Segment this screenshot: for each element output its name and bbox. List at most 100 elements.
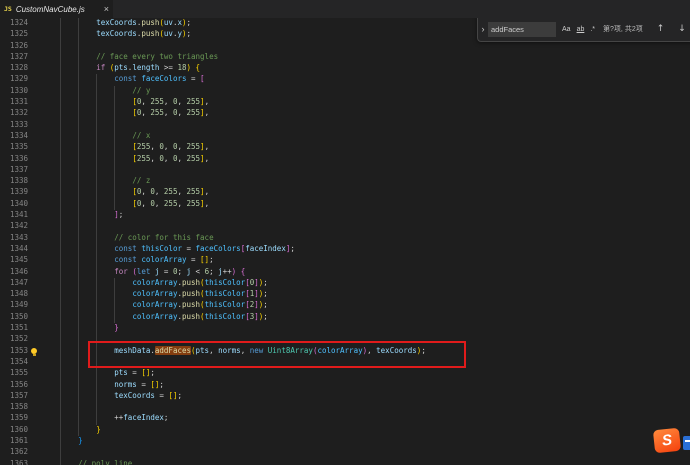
- glyph-margin: [28, 255, 42, 266]
- code-line[interactable]: 1327 // face every two triangles: [0, 52, 690, 63]
- line-number[interactable]: 1342: [0, 221, 28, 232]
- code-line[interactable]: 1328 if (pts.length >= 18) {: [0, 63, 690, 74]
- next-match-button[interactable]: ↓: [678, 24, 686, 34]
- line-number[interactable]: 1360: [0, 425, 28, 436]
- line-number[interactable]: 1354: [0, 357, 28, 368]
- code-line[interactable]: 1344 const thisColor = faceColors[faceIn…: [0, 244, 690, 255]
- code-editor[interactable]: 1324 texCoords.push(uv.x); 1325 texCoords…: [0, 18, 690, 465]
- code-line[interactable]: 1336 [255, 0, 0, 255],: [0, 154, 690, 165]
- code-line[interactable]: 1353 meshData.addFaces(pts, norms, new U…: [0, 345, 690, 357]
- line-number[interactable]: 1358: [0, 402, 28, 413]
- code-line[interactable]: 1338 // z: [0, 176, 690, 187]
- code-line[interactable]: 1361 }: [0, 436, 690, 447]
- line-number[interactable]: 1359: [0, 413, 28, 424]
- code-line[interactable]: 1341 ];: [0, 210, 690, 221]
- line-number[interactable]: 1346: [0, 267, 28, 278]
- line-number[interactable]: 1363: [0, 459, 28, 465]
- code-line[interactable]: 1362: [0, 447, 690, 458]
- line-number[interactable]: 1340: [0, 199, 28, 210]
- code-line[interactable]: 1343 // color for this face: [0, 233, 690, 244]
- code-line[interactable]: 1359 ++faceIndex;: [0, 413, 690, 424]
- line-number[interactable]: 1350: [0, 312, 28, 323]
- code-line[interactable]: 1332 [0, 255, 0, 255],: [0, 108, 690, 119]
- line-number[interactable]: 1343: [0, 233, 28, 244]
- match-case-button[interactable]: Aa: [562, 26, 571, 33]
- code-line[interactable]: 1329 const faceColors = [: [0, 74, 690, 85]
- line-number[interactable]: 1347: [0, 278, 28, 289]
- quick-fix-lightbulb-icon[interactable]: [31, 347, 37, 356]
- code-line[interactable]: 1350 colorArray.push(thisColor[3]);: [0, 312, 690, 323]
- line-number[interactable]: 1328: [0, 63, 28, 74]
- code-line[interactable]: 1357 texCoords = [];: [0, 391, 690, 402]
- line-number[interactable]: 1361: [0, 436, 28, 447]
- line-number[interactable]: 1329: [0, 74, 28, 85]
- code-line[interactable]: 1358: [0, 402, 690, 413]
- line-number[interactable]: 1341: [0, 210, 28, 221]
- line-number[interactable]: 1331: [0, 97, 28, 108]
- code-text: [255, 0, 0, 255],: [132, 142, 210, 152]
- code-line[interactable]: 1360 }: [0, 425, 690, 436]
- code-line[interactable]: 1339 [0, 0, 255, 255],: [0, 187, 690, 198]
- code-text: // z: [132, 176, 151, 186]
- line-number[interactable]: 1336: [0, 154, 28, 165]
- line-number[interactable]: 1357: [0, 391, 28, 402]
- line-number[interactable]: 1337: [0, 165, 28, 176]
- find-match-highlight: addFaces: [154, 345, 192, 355]
- line-number[interactable]: 1330: [0, 86, 28, 97]
- code-line[interactable]: 1330 // y: [0, 86, 690, 97]
- code-line[interactable]: 1355 pts = [];: [0, 368, 690, 379]
- code-line[interactable]: 1354: [0, 357, 690, 368]
- regex-button[interactable]: .*: [590, 26, 595, 33]
- code-line[interactable]: 1342: [0, 221, 690, 232]
- code-line[interactable]: 1346 for (let j = 0; j < 6; j++) {: [0, 267, 690, 278]
- find-toggle-chevron[interactable]: ›: [478, 24, 488, 34]
- vscode-window: JS CustomNavCube.js × 1324 texCoords.pus…: [0, 0, 690, 465]
- code-line[interactable]: 1352: [0, 334, 690, 345]
- code-line[interactable]: 1340 [0, 0, 255, 255],: [0, 199, 690, 210]
- line-number[interactable]: 1353: [0, 346, 28, 357]
- line-number[interactable]: 1335: [0, 142, 28, 153]
- whole-word-button[interactable]: ab: [577, 26, 585, 33]
- code-text: }: [114, 323, 119, 333]
- line-number[interactable]: 1356: [0, 380, 28, 391]
- line-number[interactable]: 1332: [0, 108, 28, 119]
- code-line[interactable]: 1351 }: [0, 323, 690, 334]
- code-line[interactable]: 1349 colorArray.push(thisColor[2]);: [0, 300, 690, 311]
- line-number[interactable]: 1325: [0, 29, 28, 40]
- line-number[interactable]: 1327: [0, 52, 28, 63]
- line-number[interactable]: 1352: [0, 334, 28, 345]
- code-line[interactable]: 1334 // x: [0, 131, 690, 142]
- tab-customnavcube-js[interactable]: JS CustomNavCube.js ×: [0, 0, 113, 18]
- line-number[interactable]: 1344: [0, 244, 28, 255]
- line-number[interactable]: 1333: [0, 120, 28, 131]
- find-input[interactable]: [488, 21, 556, 37]
- code-text: // poly line: [78, 458, 133, 465]
- line-number[interactable]: 1351: [0, 323, 28, 334]
- code-line[interactable]: 1331 [0, 255, 0, 255],: [0, 97, 690, 108]
- code-line[interactable]: 1363 // poly line: [0, 459, 690, 465]
- line-number[interactable]: 1339: [0, 187, 28, 198]
- code-line[interactable]: 1335 [255, 0, 0, 255],: [0, 142, 690, 153]
- line-number[interactable]: 1355: [0, 368, 28, 379]
- tab-close-icon[interactable]: ×: [104, 4, 109, 14]
- code-line[interactable]: 1326: [0, 41, 690, 52]
- line-number[interactable]: 1338: [0, 176, 28, 187]
- code-line[interactable]: 1356 norms = [];: [0, 380, 690, 391]
- glyph-margin: [28, 233, 42, 244]
- code-line[interactable]: 1347 colorArray.push(thisColor[0]);: [0, 278, 690, 289]
- line-number[interactable]: 1324: [0, 18, 28, 29]
- line-number[interactable]: 1334: [0, 131, 28, 142]
- glyph-margin: [28, 63, 42, 74]
- line-number[interactable]: 1348: [0, 289, 28, 300]
- code-line[interactable]: 1345 const colorArray = [];: [0, 255, 690, 266]
- line-number[interactable]: 1345: [0, 255, 28, 266]
- code-line[interactable]: 1337: [0, 165, 690, 176]
- code-line[interactable]: 1333: [0, 120, 690, 131]
- glyph-margin: [28, 413, 42, 424]
- line-number[interactable]: 1349: [0, 300, 28, 311]
- line-number[interactable]: 1326: [0, 41, 28, 52]
- glyph-margin: [28, 447, 42, 458]
- line-number[interactable]: 1362: [0, 447, 28, 458]
- previous-match-button[interactable]: ↑: [657, 24, 665, 34]
- code-line[interactable]: 1348 colorArray.push(thisColor[1]);: [0, 289, 690, 300]
